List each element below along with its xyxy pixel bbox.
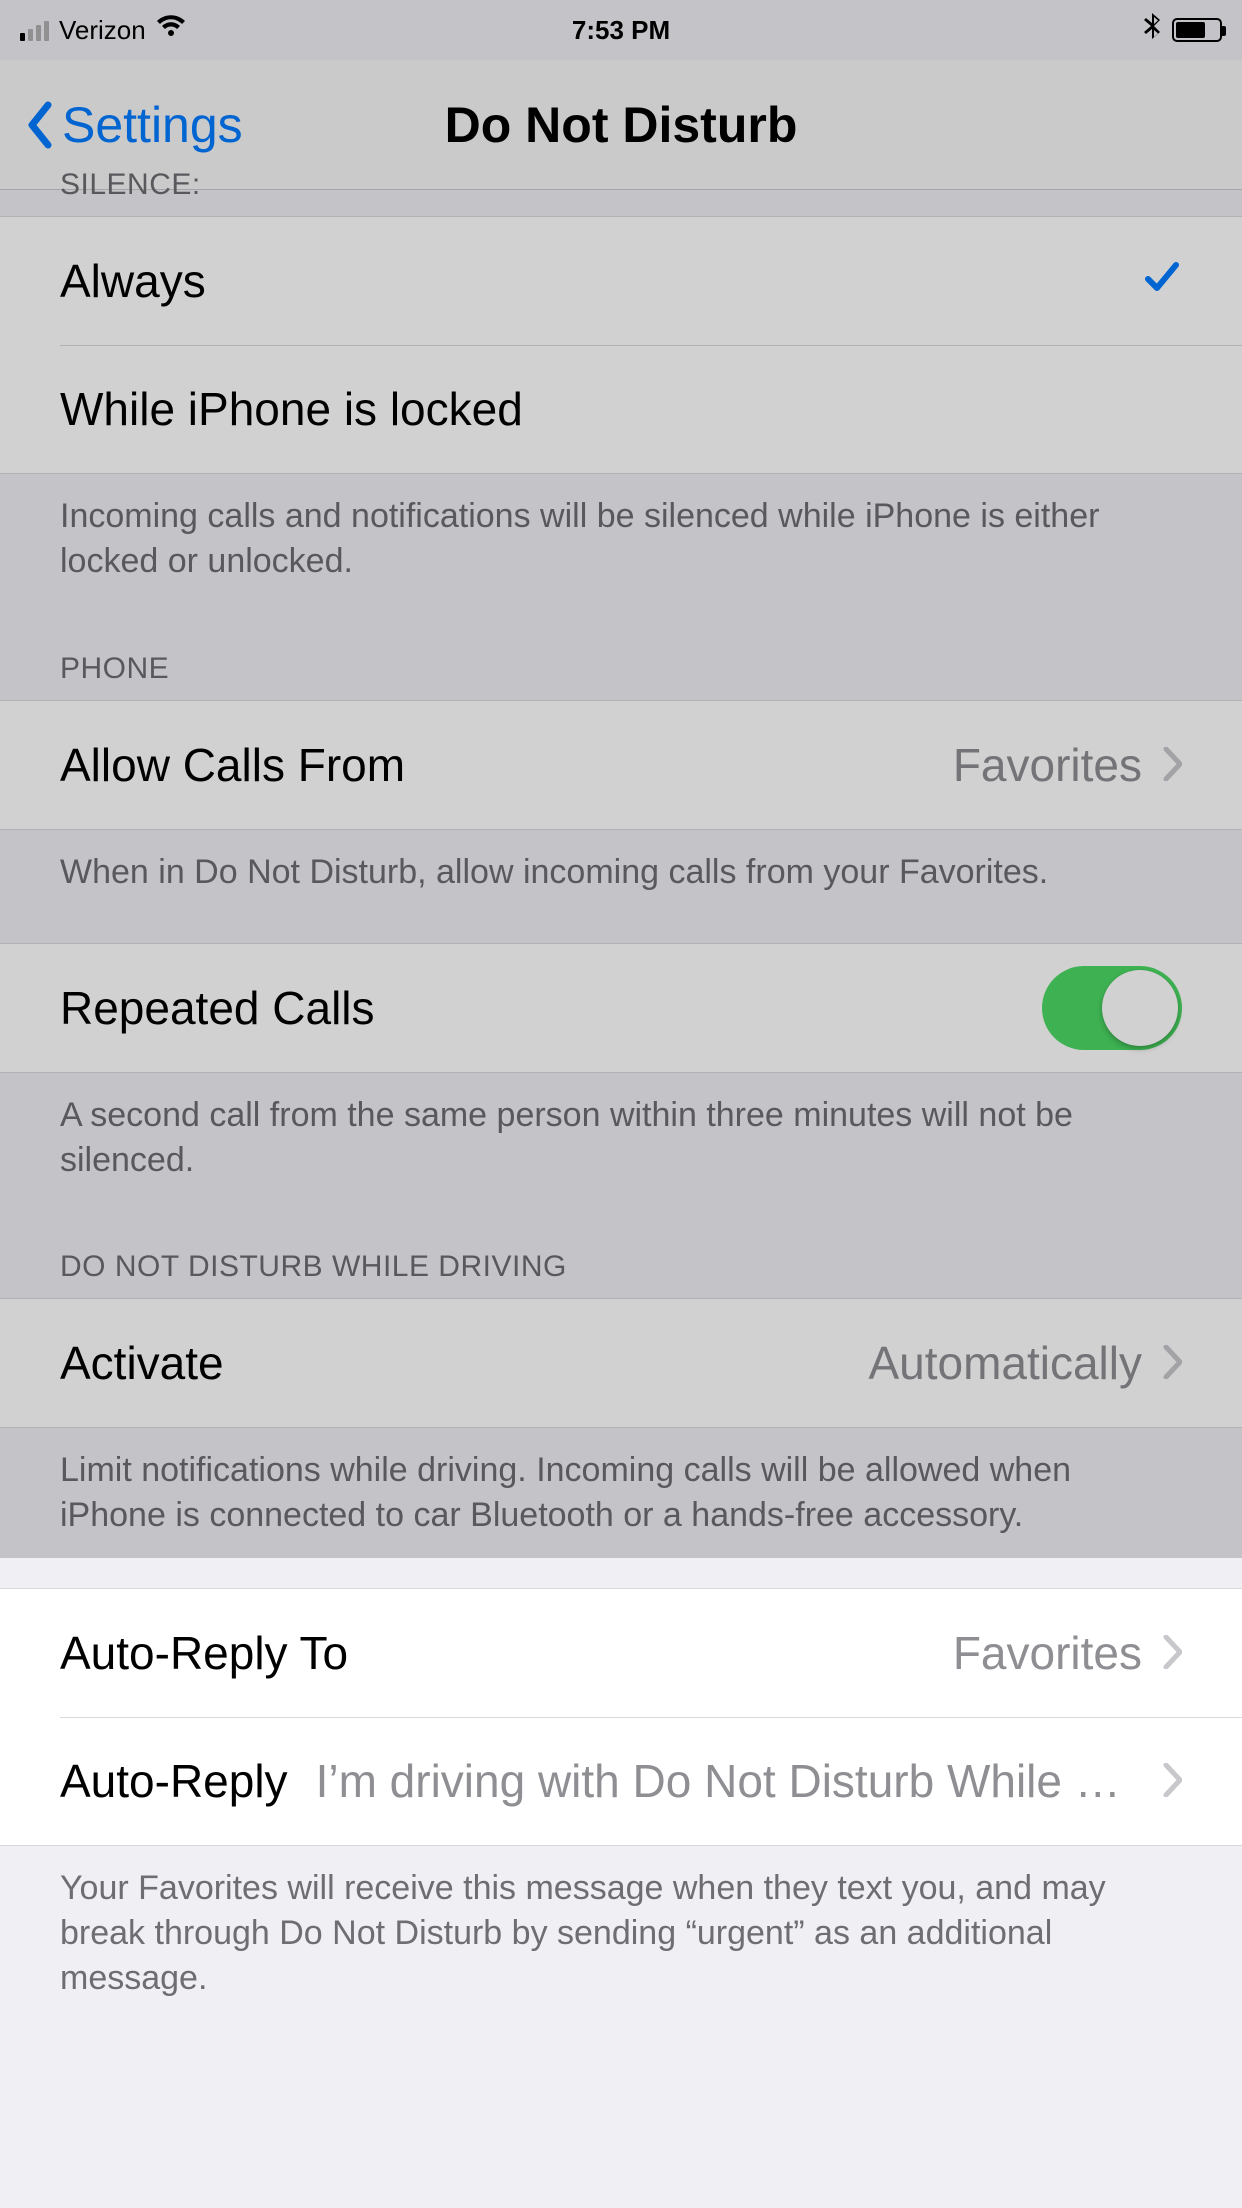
chevron-right-icon bbox=[1162, 738, 1182, 792]
autoreply-group: Auto-Reply To Favorites Auto-Reply I’m d… bbox=[0, 1588, 1242, 1846]
section-footer-autoreply: Your Favorites will receive this message… bbox=[0, 1846, 1242, 2021]
status-bar: Verizon 7:53 PM bbox=[0, 0, 1242, 60]
chevron-left-icon bbox=[24, 101, 52, 149]
cell-label: Allow Calls From bbox=[60, 738, 405, 792]
checkmark-icon bbox=[1142, 254, 1182, 308]
phone-group-allow: Allow Calls From Favorites bbox=[0, 700, 1242, 830]
cell-label: Repeated Calls bbox=[60, 981, 375, 1035]
cell-label: Auto-Reply bbox=[60, 1754, 288, 1808]
allow-calls-from-cell[interactable]: Allow Calls From Favorites bbox=[0, 701, 1242, 829]
auto-reply-to-cell[interactable]: Auto-Reply To Favorites bbox=[0, 1589, 1242, 1717]
phone-group-repeated: Repeated Calls bbox=[0, 943, 1242, 1073]
section-header-phone: PHONE bbox=[0, 604, 1242, 700]
repeated-calls-cell[interactable]: Repeated Calls bbox=[0, 944, 1242, 1072]
cell-label: Auto-Reply To bbox=[60, 1626, 348, 1680]
activate-cell[interactable]: Activate Automatically bbox=[0, 1299, 1242, 1427]
section-footer-allow: When in Do Not Disturb, allow incoming c… bbox=[0, 830, 1242, 915]
chevron-right-icon bbox=[1162, 1626, 1182, 1680]
silence-option-always[interactable]: Always bbox=[0, 217, 1242, 345]
settings-content: SILENCE: Always While iPhone is locked I… bbox=[0, 168, 1242, 1558]
section-footer-driving: Limit notifications while driving. Incom… bbox=[0, 1428, 1242, 1558]
section-footer-silence: Incoming calls and notifications will be… bbox=[0, 474, 1242, 604]
section-header-silence: SILENCE: bbox=[0, 168, 1242, 216]
cell-label: While iPhone is locked bbox=[60, 382, 523, 436]
auto-reply-cell[interactable]: Auto-Reply I’m driving with Do Not Distu… bbox=[0, 1717, 1242, 1845]
cell-value: I’m driving with Do Not Disturb While Dr… bbox=[316, 1754, 1142, 1808]
back-label: Settings bbox=[62, 96, 243, 154]
chevron-right-icon bbox=[1162, 1336, 1182, 1390]
section-footer-repeated: A second call from the same person withi… bbox=[0, 1073, 1242, 1203]
silence-group: Always While iPhone is locked bbox=[0, 216, 1242, 474]
chevron-right-icon bbox=[1162, 1754, 1182, 1808]
cell-label: Always bbox=[60, 254, 206, 308]
status-time: 7:53 PM bbox=[0, 15, 1242, 46]
cell-value: Automatically bbox=[868, 1336, 1142, 1390]
repeated-calls-toggle[interactable] bbox=[1042, 966, 1182, 1050]
cell-value: Favorites bbox=[953, 738, 1142, 792]
silence-option-locked[interactable]: While iPhone is locked bbox=[0, 345, 1242, 473]
battery-icon bbox=[1172, 18, 1222, 42]
driving-group: Activate Automatically bbox=[0, 1298, 1242, 1428]
section-header-driving: DO NOT DISTURB WHILE DRIVING bbox=[0, 1202, 1242, 1298]
page-title: Do Not Disturb bbox=[445, 96, 798, 154]
cell-label: Activate bbox=[60, 1336, 224, 1390]
autoreply-highlight: Auto-Reply To Favorites Auto-Reply I’m d… bbox=[0, 1558, 1242, 2021]
cell-value: Favorites bbox=[953, 1626, 1142, 1680]
